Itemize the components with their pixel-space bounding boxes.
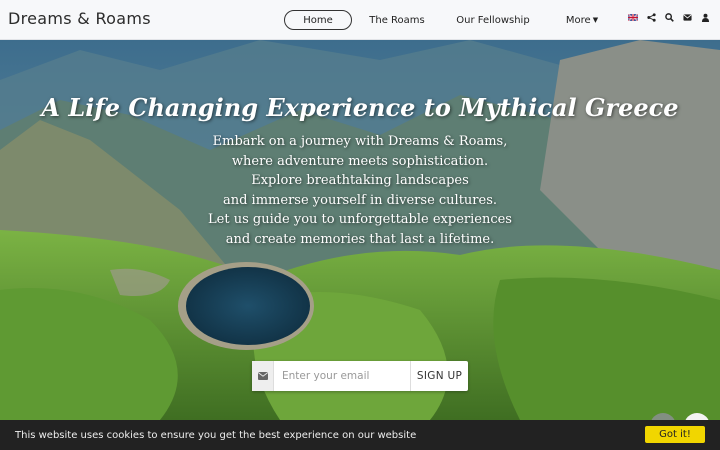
- nav-the-roams[interactable]: The Roams: [366, 10, 428, 30]
- intro-line: Let us guide you to unforgettable experi…: [208, 212, 512, 227]
- hero-headline: A Life Changing Experience to Mythical G…: [41, 93, 679, 122]
- hero-intro-text: Embark on a journey with Dreams & Roams,…: [160, 132, 560, 249]
- cookie-accept-button[interactable]: Got it!: [645, 426, 705, 443]
- envelope-icon: [252, 361, 274, 391]
- nav-icon-group: [628, 13, 710, 22]
- email-input[interactable]: [274, 361, 410, 391]
- intro-line: Embark on a journey with Dreams & Roams,: [212, 134, 508, 149]
- share-icon[interactable]: [647, 13, 656, 22]
- uk-flag-icon[interactable]: [628, 14, 638, 21]
- nav-our-fellowship[interactable]: Our Fellowship: [456, 10, 530, 30]
- envelope-icon[interactable]: [683, 13, 692, 22]
- brand-logo[interactable]: Dreams & Roams: [8, 9, 151, 28]
- top-navbar: Dreams & Roams Home The Roams Our Fellow…: [0, 0, 720, 40]
- nav-more-label: More: [565, 14, 591, 26]
- search-icon[interactable]: [665, 13, 674, 22]
- nav-more-dropdown[interactable]: More ▼: [560, 10, 604, 30]
- nav-home[interactable]: Home: [284, 10, 352, 30]
- intro-line: and create memories that last a lifetime…: [225, 231, 495, 247]
- user-icon[interactable]: [701, 13, 710, 22]
- caret-down-icon: ▼: [592, 16, 599, 24]
- newsletter-signup-form: SIGN UP: [252, 361, 468, 391]
- intro-line: where adventure meets sophistication.: [231, 153, 489, 169]
- intro-line: Explore breathtaking landscapes: [251, 173, 469, 188]
- intro-line: and immerse yourself in diverse cultures…: [222, 192, 498, 208]
- cookie-consent-bar: This website uses cookies to ensure you …: [0, 420, 720, 450]
- sign-up-button[interactable]: SIGN UP: [410, 361, 468, 391]
- hero-section: A Life Changing Experience to Mythical G…: [0, 40, 720, 420]
- cookie-message: This website uses cookies to ensure you …: [15, 429, 417, 441]
